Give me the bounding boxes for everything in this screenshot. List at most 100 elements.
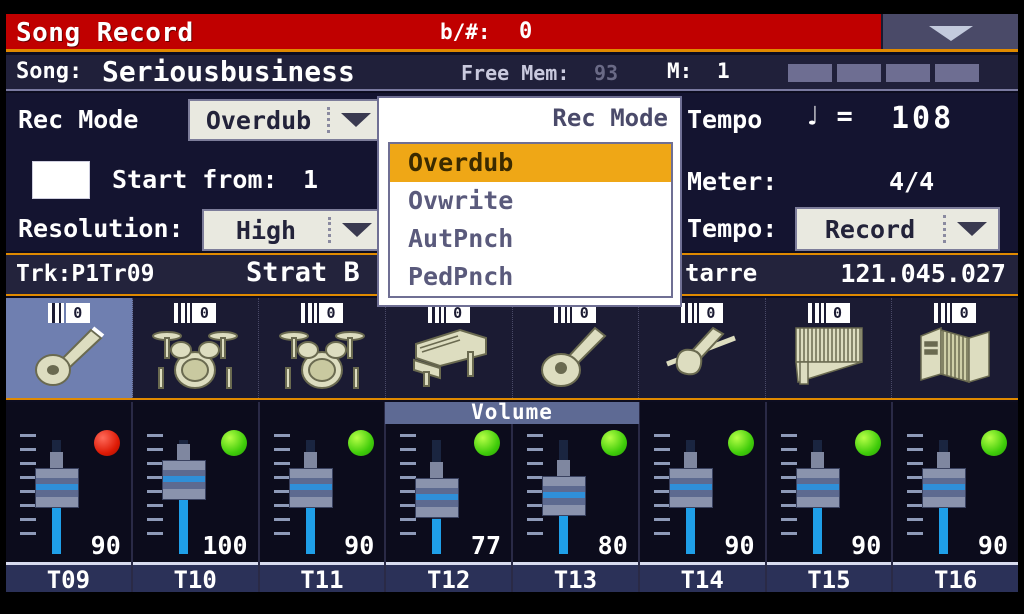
track-status-led[interactable] <box>347 430 374 456</box>
chevron-down-icon <box>928 26 973 41</box>
acoustic-guitar-icon <box>537 324 613 394</box>
resolution-combo[interactable]: High <box>202 209 385 251</box>
track-status-led[interactable] <box>474 430 501 456</box>
track-status-led[interactable] <box>981 430 1008 456</box>
track-volume-value: 90 <box>977 531 1008 560</box>
song-info-row: Song: Seriousbusiness Free Mem: 93 M: 1 <box>6 55 1018 91</box>
track-label[interactable]: T14 <box>639 562 765 594</box>
tempo-mode-combo[interactable]: Record <box>795 207 1000 251</box>
volume-header-label: Volume <box>385 402 639 424</box>
track-status-led[interactable] <box>601 430 627 456</box>
free-memory-value: 93 <box>594 61 619 85</box>
free-memory-label: Free Mem: <box>461 61 570 85</box>
mixer-strip[interactable]: 90 T14 <box>639 402 767 594</box>
dropdown-item[interactable]: Ovwrite <box>390 182 671 220</box>
mixer-strip[interactable]: 100 T10 <box>132 402 260 594</box>
track-status-led[interactable] <box>94 430 120 456</box>
dropdown-item[interactable]: Overdub <box>390 144 671 182</box>
mixer-strip[interactable]: 90 T15 <box>766 402 894 594</box>
track-label[interactable]: T11 <box>259 562 385 594</box>
midi-channel-badge: 0 <box>301 303 344 323</box>
fader-fill <box>305 507 315 554</box>
midi-channel-number: 0 <box>192 303 217 323</box>
beat-box <box>788 64 832 82</box>
rec-mode-value: Overdub <box>205 105 312 135</box>
chevron-down-icon[interactable] <box>946 222 998 236</box>
fader-knob[interactable] <box>922 467 967 508</box>
fader-knob[interactable] <box>668 467 713 508</box>
track-icon-cell[interactable]: 0 <box>6 298 133 398</box>
track-volume-value: 100 <box>202 531 248 560</box>
chevron-down-icon[interactable] <box>331 223 383 237</box>
mixer-strip[interactable]: 90 T11 <box>259 402 387 594</box>
track-label[interactable]: T13 <box>513 562 638 594</box>
dropdown-item[interactable]: PedPnch <box>390 258 671 296</box>
track-label[interactable]: T12 <box>386 562 511 594</box>
track-label[interactable]: T15 <box>766 562 892 594</box>
track-status-led[interactable] <box>854 430 881 456</box>
midi-channel-number: 0 <box>319 303 344 323</box>
track-icon-cell[interactable]: 0 <box>766 298 893 398</box>
track-volume-value: 90 <box>90 531 121 560</box>
mixer-strip-row: 90 T09 100 T10 90 T11 77 T12 80 T13 90 T14 90 T15 90 T1… <box>6 402 1018 594</box>
start-from-checkbox[interactable] <box>32 161 90 199</box>
mixer-strip[interactable]: 80 T13 <box>513 402 640 594</box>
fader-fill <box>812 507 822 554</box>
keyboard-icon <box>680 303 697 323</box>
fader-knob[interactable] <box>542 475 586 516</box>
meter-label: Meter: <box>687 167 778 196</box>
track-label[interactable]: T09 <box>6 562 131 594</box>
sound-name[interactable]: Strat B <box>246 257 360 288</box>
track-icon-cell[interactable]: 0 <box>259 298 386 398</box>
piano-icon <box>406 324 492 392</box>
fader-knob[interactable] <box>415 477 460 518</box>
violin-icon <box>661 324 743 390</box>
midi-channel-number: 0 <box>952 303 977 323</box>
beat-box <box>935 64 979 82</box>
chevron-down-icon[interactable] <box>330 113 382 127</box>
mixer-strip[interactable]: 90 T09 <box>6 402 133 594</box>
fader-knob[interactable] <box>161 460 206 501</box>
track-status-led[interactable] <box>727 430 754 456</box>
device-screen: Song Record b/#: 0 Song: Seriousbusiness… <box>0 0 1024 614</box>
resolution-value: High <box>235 215 297 245</box>
midi-channel-badge: 0 <box>807 303 850 323</box>
start-from-value[interactable]: 1 <box>303 165 318 194</box>
drumkit-icon <box>278 324 366 394</box>
tempo-value[interactable]: 108 <box>891 101 954 136</box>
song-name-field[interactable]: Seriousbusiness <box>102 55 355 88</box>
dropdown-list[interactable]: Overdub Ovwrite AutPnch PedPnch <box>388 142 673 298</box>
midi-channel-badge: 0 <box>934 303 977 323</box>
midi-channel-number: 0 <box>65 303 90 323</box>
page-menu-button[interactable] <box>881 14 1018 49</box>
page-title: Song Record <box>16 18 194 48</box>
mixer-strip[interactable]: 90 T16 <box>893 402 1018 594</box>
fader-knob[interactable] <box>795 467 840 508</box>
track-icon-cell[interactable]: 0 <box>639 298 766 398</box>
beat-box <box>837 64 881 82</box>
fader-knob[interactable] <box>288 467 333 508</box>
lcd-panel: Song Record b/#: 0 Song: Seriousbusiness… <box>6 14 1018 594</box>
track-label[interactable]: T16 <box>893 562 1018 594</box>
tempo-label: Tempo <box>687 105 763 134</box>
track-status-led[interactable] <box>220 430 247 456</box>
rec-mode-dropdown-popup[interactable]: Rec Mode Overdub Ovwrite AutPnch PedPnch <box>377 96 682 307</box>
keyboard-icon <box>301 303 318 323</box>
track-volume-value: 77 <box>470 531 501 560</box>
track-icon-cell[interactable]: 0 <box>133 298 260 398</box>
track-label[interactable]: T10 <box>132 562 258 594</box>
midi-channel-badge: 0 <box>47 303 90 323</box>
midi-channel-badge: 0 <box>680 303 723 323</box>
track-volume-value: 90 <box>724 531 755 560</box>
fader-knob[interactable] <box>35 467 79 508</box>
song-position: 121.045.027 <box>840 259 1006 288</box>
tempo-mode-label: Tempo: <box>687 214 778 243</box>
track-icon-cell[interactable]: 0 <box>386 298 513 398</box>
resolution-label: Resolution: <box>18 214 184 243</box>
track-icon-row: 0 0 0 0 0 0 0 0 <box>6 298 1018 400</box>
dropdown-item[interactable]: AutPnch <box>390 220 671 258</box>
track-icon-cell[interactable]: 0 <box>892 298 1018 398</box>
rec-mode-combo[interactable]: Overdub <box>188 99 384 141</box>
mixer-strip[interactable]: 77 T12 <box>386 402 513 594</box>
track-icon-cell[interactable]: 0 <box>513 298 640 398</box>
